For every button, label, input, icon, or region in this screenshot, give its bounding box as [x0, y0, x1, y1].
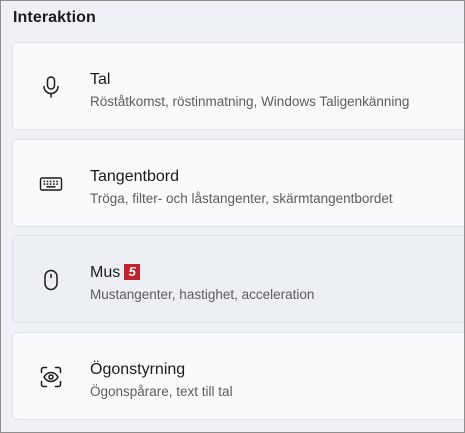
settings-item-subtitle: Mustangenter, hastighet, acceleration	[90, 287, 315, 302]
microphone-icon	[39, 75, 63, 99]
settings-item-ogonstyrning[interactable]: Ögonstyrning Ögonspårare, text till tal	[12, 332, 465, 420]
settings-item-tal[interactable]: Tal Röståtkomst, röstinmatning, Windows …	[12, 42, 465, 130]
mouse-icon	[39, 268, 63, 292]
keyboard-icon	[39, 172, 63, 196]
settings-item-title: Ögonstyrning	[90, 361, 186, 378]
settings-item-subtitle: Ögonspårare, text till tal	[90, 384, 233, 399]
settings-item-subtitle: Röståtkomst, röstinmatning, Windows Tali…	[90, 94, 410, 109]
settings-item-subtitle: Tröga, filter- och låstangenter, skärmta…	[90, 191, 393, 206]
settings-item-tangentbord[interactable]: Tangentbord Tröga, filter- och låstangen…	[12, 139, 465, 227]
settings-item-mus[interactable]: Mus 5 Mustangenter, hastighet, accelerati…	[12, 235, 465, 323]
settings-item-title-text: Mus	[90, 264, 121, 281]
settings-item-title: Tal	[90, 71, 111, 88]
settings-item-title: Tangentbord	[90, 168, 179, 185]
eye-control-icon	[39, 365, 63, 389]
section-title: Interaktion	[13, 9, 96, 26]
step-number-badge: 5	[124, 264, 141, 280]
settings-item-title: Mus 5	[90, 264, 141, 282]
